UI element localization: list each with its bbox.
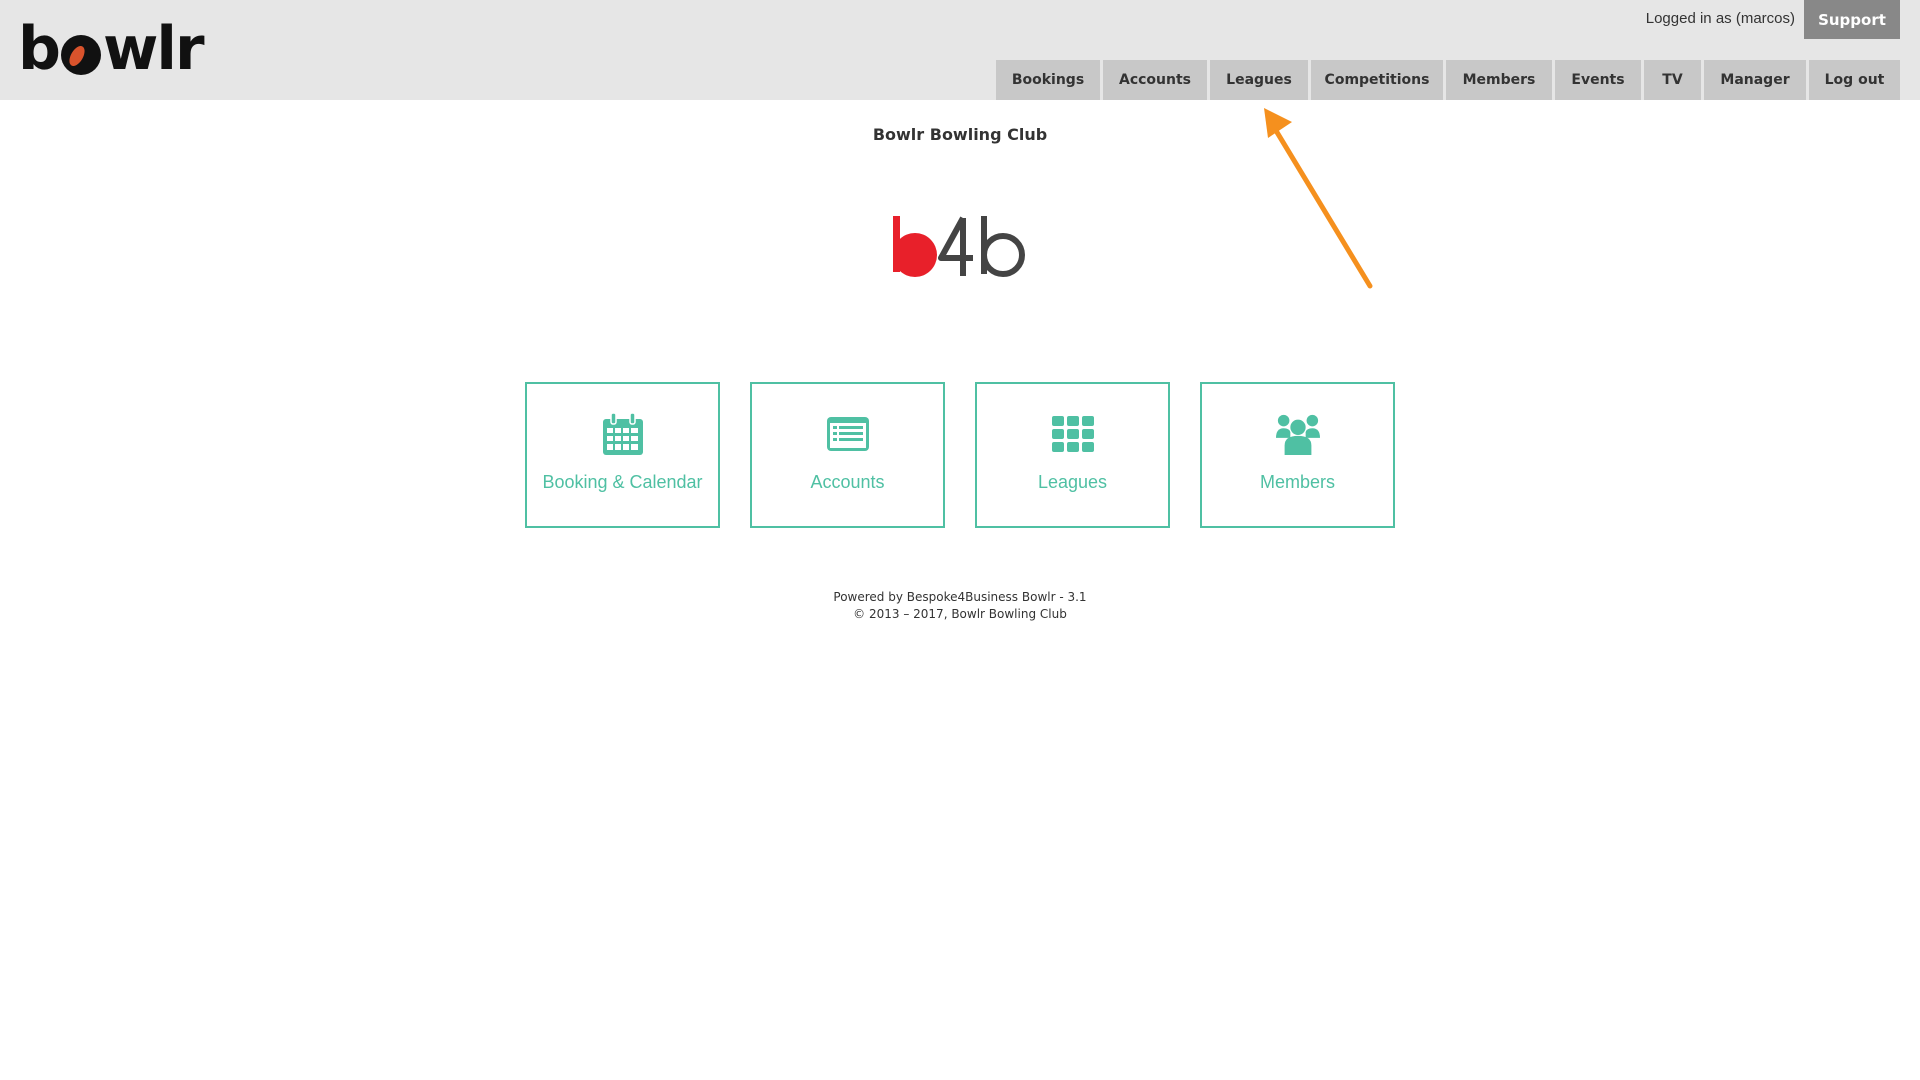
nav-manager[interactable]: Manager bbox=[1704, 60, 1806, 100]
logo-b: b bbox=[18, 14, 61, 84]
top-header: b wlr Logged in as (marcos) Support Booki… bbox=[0, 0, 1920, 100]
tile-accounts[interactable]: Accounts bbox=[750, 382, 945, 528]
b4b-logo-bowl-red bbox=[893, 233, 937, 277]
tile-label: Accounts bbox=[810, 472, 885, 492]
annotation-arrow-icon bbox=[1264, 108, 1373, 289]
tile-booking-calendar[interactable]: Booking & Calendar bbox=[525, 382, 720, 528]
tile-label: Booking & Calendar bbox=[542, 472, 703, 492]
footer: Powered by Bespoke4Business Bowlr - 3.1 … bbox=[0, 589, 1920, 623]
calendar-icon bbox=[601, 412, 645, 456]
nav-tv[interactable]: TV bbox=[1644, 60, 1701, 100]
nav-accounts[interactable]: Accounts bbox=[1103, 60, 1207, 100]
shortcut-tiles: Booking & Calendar Accounts Leagues Memb… bbox=[525, 382, 1395, 528]
tile-label: Members bbox=[1259, 472, 1335, 492]
tile-members[interactable]: Members bbox=[1200, 382, 1395, 528]
tile-leagues[interactable]: Leagues bbox=[975, 382, 1170, 528]
footer-copyright: © 2013 – 2017, Bowlr Bowling Club bbox=[853, 607, 1067, 621]
login-status: Logged in as (marcos) bbox=[1645, 10, 1795, 27]
footer-powered-by: Powered by Bespoke4Business Bowlr - 3.1 bbox=[833, 590, 1087, 604]
b4b-logo-four bbox=[938, 216, 973, 276]
logo-wlr: wlr bbox=[102, 14, 205, 84]
grid-icon bbox=[1051, 412, 1095, 456]
club-name: Bowlr Bowling Club bbox=[872, 125, 1048, 144]
bowlr-logo[interactable]: b wlr bbox=[18, 14, 205, 84]
list-icon bbox=[826, 412, 870, 456]
main-nav: Bookings Accounts Leagues Competitions Membe… bbox=[996, 60, 1900, 100]
tile-label: Leagues bbox=[1037, 472, 1108, 492]
nav-events[interactable]: Events bbox=[1555, 60, 1641, 100]
nav-leagues[interactable]: Leagues bbox=[1210, 60, 1308, 100]
users-icon bbox=[1275, 412, 1320, 456]
b4b-brand-logo bbox=[893, 216, 1025, 277]
nav-bookings[interactable]: Bookings bbox=[996, 60, 1100, 100]
support-button[interactable]: Support bbox=[1804, 0, 1900, 39]
nav-members[interactable]: Members bbox=[1446, 60, 1552, 100]
bowling-ball-icon bbox=[60, 35, 101, 75]
nav-competitions[interactable]: Competitions bbox=[1311, 60, 1443, 100]
nav-log-out[interactable]: Log out bbox=[1809, 60, 1900, 100]
b4b-logo-bowl-dark bbox=[981, 233, 1025, 277]
